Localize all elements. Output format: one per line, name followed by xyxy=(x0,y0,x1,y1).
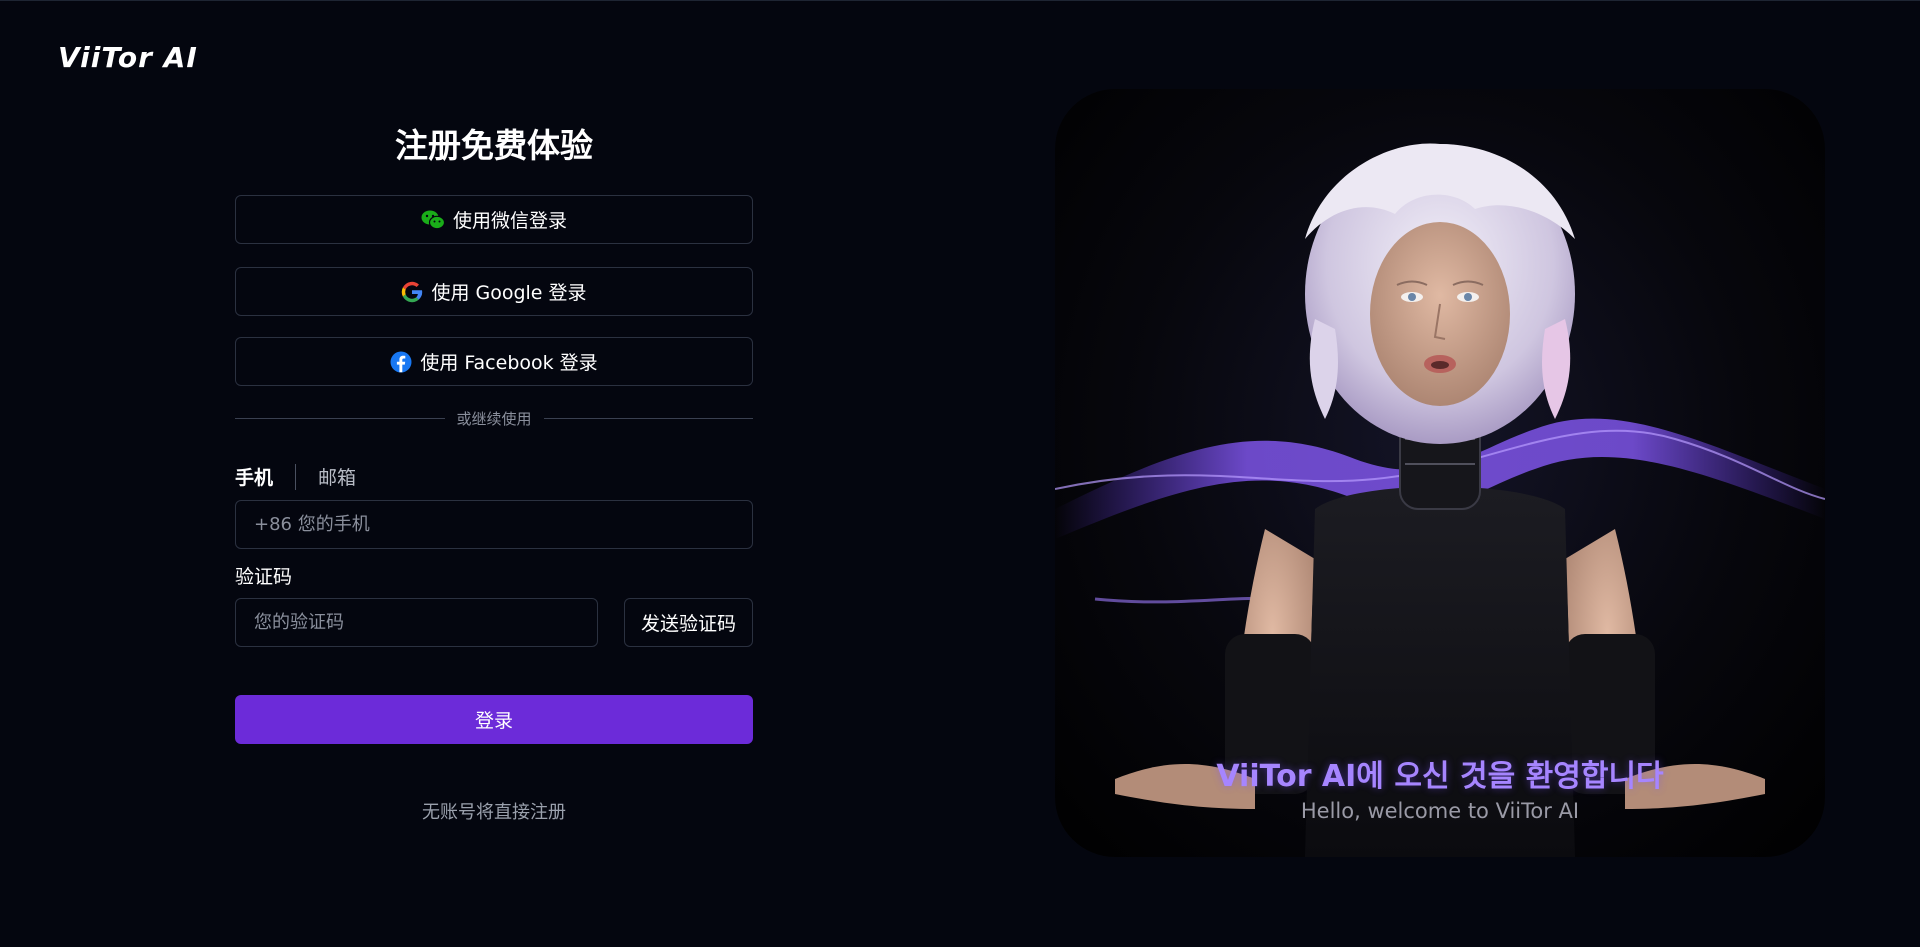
divider-line-right xyxy=(543,418,754,419)
viitor-logo[interactable]: ViiTor AI xyxy=(58,41,198,74)
facebook-login-label: 使用 Facebook 登录 xyxy=(420,352,598,374)
avatar-illustration xyxy=(1055,143,1825,857)
login-button[interactable]: 登录 xyxy=(235,695,753,744)
hero-caption-korean: ViiTor AI에 오신 것을 환영합니다 xyxy=(1216,759,1664,794)
divider-text: 或继续使用 xyxy=(456,410,532,428)
wechat-login-button[interactable]: 使用微信登录 xyxy=(235,195,753,244)
login-method-tabs: 手机 邮箱 xyxy=(235,463,356,490)
divider-line-left xyxy=(235,418,445,419)
or-divider: 或继续使用 xyxy=(235,408,754,429)
tab-phone[interactable]: 手机 xyxy=(235,463,273,490)
login-page: ViiTor AI 注册免费体验 使用微信登录 使用 Google 登录 使用 … xyxy=(0,0,1920,947)
hero-visual: ViiTor AI에 오신 것을 환영합니다 Hello, welcome to… xyxy=(1055,89,1825,857)
facebook-login-button[interactable]: 使用 Facebook 登录 xyxy=(235,337,753,386)
tab-email[interactable]: 邮箱 xyxy=(318,463,356,490)
google-icon xyxy=(401,281,423,303)
tab-separator xyxy=(295,463,297,490)
verification-code-input[interactable] xyxy=(235,598,598,647)
hero-caption-english: Hello, welcome to ViiTor AI xyxy=(1300,799,1580,823)
register-hint: 无账号将直接注册 xyxy=(422,802,566,823)
facebook-icon xyxy=(390,351,412,373)
page-title: 注册免费体验 xyxy=(395,126,593,165)
wechat-icon xyxy=(421,209,445,231)
phone-input[interactable] xyxy=(235,500,753,549)
send-code-button[interactable]: 发送验证码 xyxy=(624,598,753,647)
wechat-login-label: 使用微信登录 xyxy=(452,210,567,232)
verification-code-label: 验证码 xyxy=(235,566,293,588)
google-login-label: 使用 Google 登录 xyxy=(431,282,587,304)
google-login-button[interactable]: 使用 Google 登录 xyxy=(235,267,753,316)
